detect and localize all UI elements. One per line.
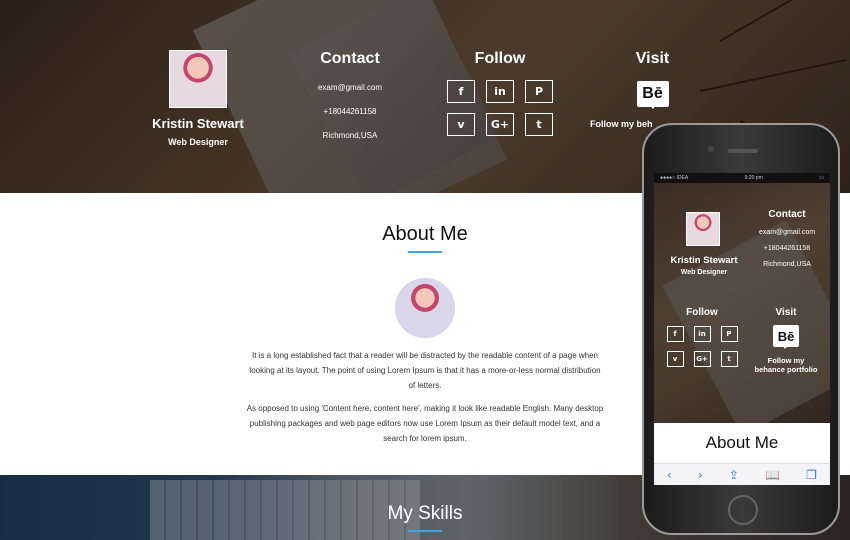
facebook-icon[interactable]: f [666,326,684,342]
profile-block: Kristin Stewart Web Designer [150,50,246,147]
follow-title: Follow [474,50,526,67]
social-icon-grid: f in P v G+ t [440,80,560,136]
mobile-social-grid: f in P v G+ t [662,326,742,367]
share-icon[interactable]: ⇪ [729,468,739,482]
about-avatar [395,278,455,338]
forward-icon[interactable]: › [698,468,703,482]
profile-role: Web Designer [168,137,228,147]
mobile-visit-caption[interactable]: Follow my behance portfolio [744,356,828,374]
skills-title: My Skills [387,503,463,524]
pinterest-icon[interactable]: P [525,80,553,103]
facebook-icon[interactable]: f [447,80,475,103]
visit-block: Visit Bē Follow my beh [590,50,715,129]
visit-title: Visit [635,50,670,67]
mobile-visit-caption-line-1: Follow my [767,356,805,365]
profile-name: Kristin Stewart [152,116,244,131]
mobile-profile-role: Web Designer [680,269,728,276]
about-paragraph-2: As opposed to using 'Content here, conte… [246,404,604,443]
about-title: About Me [382,223,468,245]
behance-icon[interactable]: Bē [773,325,799,349]
battery-icon: ▭ [819,175,824,181]
about-paragraph-1: It is a long established fact that a rea… [249,351,601,390]
skills-title-underline [408,530,442,532]
google-plus-icon[interactable]: G+ [693,351,711,367]
mobile-contact-phone[interactable]: +18044261158 [746,245,828,252]
mobile-follow-block: Follow f in P v G+ t [662,307,742,367]
phone-camera [708,146,714,152]
follow-block: Follow f in P v G+ t [440,50,560,136]
tumblr-icon[interactable]: t [720,351,738,367]
phone-home-button[interactable] [728,495,758,525]
phone-speaker [728,149,758,153]
contact-block: Contact exam@gmail.com +18044261158 Rich… [300,50,400,140]
tabs-icon[interactable]: ❐ [806,468,817,482]
mobile-contact-location: Richmond,USA [763,261,811,268]
mobile-contact-block: Contact exam@gmail.com +18044261158 Rich… [746,209,828,268]
mobile-visit-block: Visit Bē Follow my behance portfolio [744,307,828,374]
contact-email[interactable]: exam@gmail.com [300,83,400,92]
contact-title: Contact [320,50,380,67]
mobile-visit-caption-line-2: behance portfolio [754,365,818,374]
mobile-follow-title: Follow [686,307,718,318]
linkedin-icon[interactable]: in [486,80,514,103]
behance-icon[interactable]: Bē [636,81,669,109]
phone-carrier: ●●●●○ IDEA [660,175,689,181]
back-icon[interactable]: ‹ [667,468,672,482]
mobile-contact-title: Contact [768,209,806,220]
phone-mockup: ●●●●○ IDEA 9:20 pm ▭ Kristin Stewart Web… [642,123,840,535]
browser-toolbar: ‹ › ⇪ 📖 ❐ [654,463,830,485]
phone-screen: ●●●●○ IDEA 9:20 pm ▭ Kristin Stewart Web… [654,173,830,485]
mobile-profile-name: Kristin Stewart [670,255,738,266]
about-title-underline [408,251,442,253]
phone-time: 9:20 pm [744,175,763,181]
linkedin-icon[interactable]: in [693,326,711,342]
vimeo-icon[interactable]: v [447,113,475,136]
profile-avatar [169,50,227,108]
phone-status-bar: ●●●●○ IDEA 9:20 pm ▭ [654,173,830,183]
contact-phone[interactable]: +18044261158 [300,107,400,116]
contact-location: Richmond,USA [322,131,378,140]
pinterest-icon[interactable]: P [720,326,738,342]
google-plus-icon[interactable]: G+ [486,113,514,136]
mobile-profile-avatar [686,212,720,246]
mobile-visit-title: Visit [775,307,797,318]
mobile-hero: Kristin Stewart Web Designer Contact exa… [654,183,830,423]
tumblr-icon[interactable]: t [525,113,553,136]
mobile-about-title: About Me [705,433,779,452]
mobile-contact-email[interactable]: exam@gmail.com [746,229,828,236]
bookmarks-icon[interactable]: 📖 [765,468,780,482]
vimeo-icon[interactable]: v [666,351,684,367]
